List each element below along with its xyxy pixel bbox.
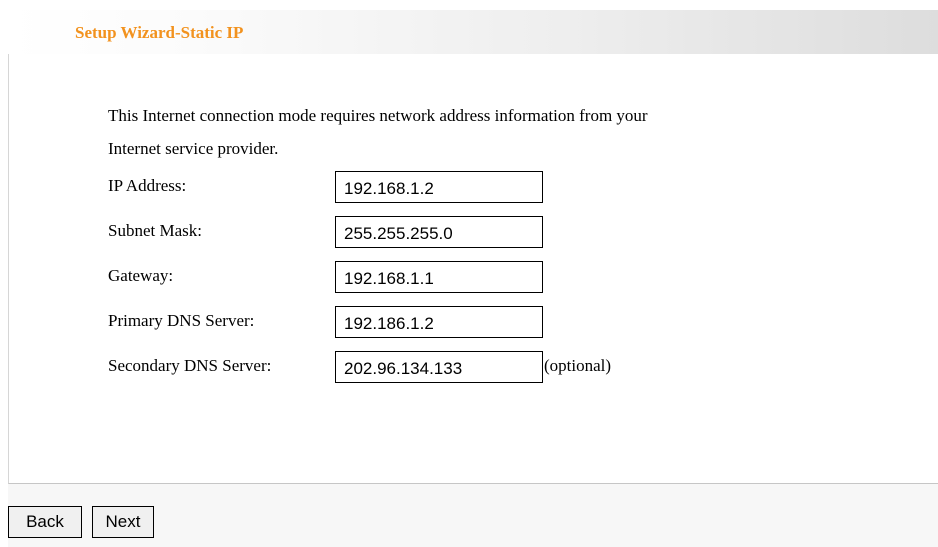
page-header: Setup Wizard-Static IP — [10, 10, 938, 54]
next-button[interactable]: Next — [92, 506, 154, 538]
back-button[interactable]: Back — [8, 506, 82, 538]
ip-address-row: IP Address: — [108, 171, 908, 203]
optional-note: (optional) — [544, 356, 612, 375]
primary-dns-row: Primary DNS Server: — [108, 306, 908, 338]
primary-dns-input[interactable] — [335, 306, 543, 338]
gateway-label: Gateway: — [108, 266, 174, 285]
secondary-dns-row: Secondary DNS Server: (optional) — [108, 351, 908, 383]
intro-text: This Internet connection mode requires n… — [108, 99, 888, 165]
subnet-mask-input[interactable] — [335, 216, 543, 248]
subnet-mask-row: Subnet Mask: — [108, 216, 908, 248]
ip-address-label: IP Address: — [108, 176, 187, 195]
page-title: Setup Wizard-Static IP — [75, 23, 244, 42]
static-ip-form: This Internet connection mode requires n… — [8, 54, 938, 484]
gateway-row: Gateway: — [108, 261, 908, 293]
ip-address-input[interactable] — [335, 171, 543, 203]
intro-line-1: This Internet connection mode requires n… — [108, 106, 648, 125]
primary-dns-label: Primary DNS Server: — [108, 311, 255, 330]
secondary-dns-input[interactable] — [335, 351, 543, 383]
gateway-input[interactable] — [335, 261, 543, 293]
secondary-dns-label: Secondary DNS Server: — [108, 356, 272, 375]
subnet-mask-label: Subnet Mask: — [108, 221, 202, 240]
intro-line-2: Internet service provider. — [108, 139, 279, 158]
